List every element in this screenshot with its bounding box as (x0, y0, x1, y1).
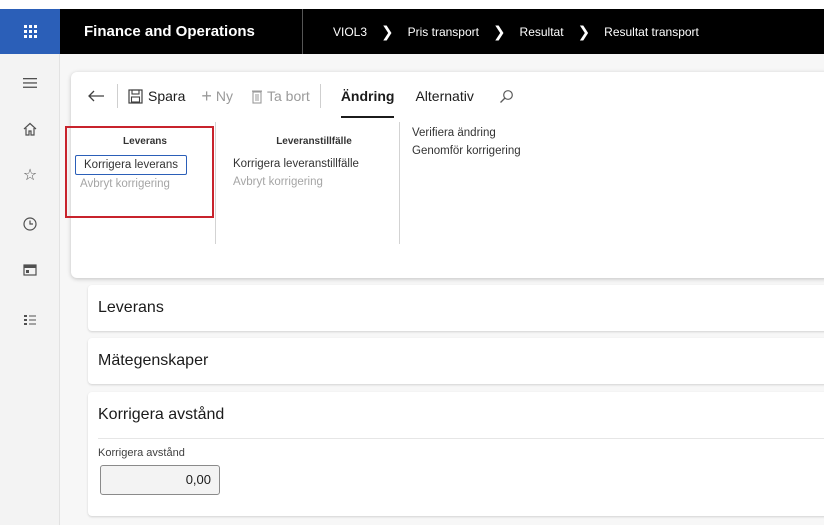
breadcrumb-pris-transport[interactable]: Pris transport (408, 25, 479, 39)
toolbar-divider (319, 84, 321, 108)
new-button[interactable]: + Ny (201, 72, 233, 120)
action-pane: Spara + Ny Ta bort Ändring Alternativ Le… (65, 72, 824, 278)
action-groups: Leverans Korrigera leverans Avbryt korri… (65, 120, 824, 278)
save-label: Spara (148, 88, 186, 104)
trash-icon (252, 90, 262, 104)
breadcrumb-company[interactable]: VIOL3 (333, 25, 367, 39)
clock-icon[interactable] (20, 216, 40, 236)
new-label: Ny (215, 88, 233, 104)
delete-button[interactable]: Ta bort (251, 72, 310, 120)
breadcrumb-resultat[interactable]: Resultat (520, 25, 564, 39)
plus-icon: + (201, 85, 212, 106)
chevron-right-icon: ❯ (381, 23, 394, 41)
main-content: Spara + Ny Ta bort Ändring Alternativ Le… (60, 54, 824, 525)
star-icon[interactable]: ☆ (20, 166, 40, 186)
section-divider (98, 438, 824, 439)
chevron-right-icon: ❯ (577, 23, 591, 41)
chevron-right-icon: ❯ (492, 23, 506, 41)
breadcrumb-resultat-transport[interactable]: Resultat transport (604, 25, 699, 39)
workspace-icon[interactable] (20, 262, 40, 282)
back-arrow-icon[interactable] (87, 72, 107, 120)
save-icon (128, 88, 143, 104)
section-leverans[interactable]: Leverans (88, 285, 824, 331)
group-divider (215, 122, 216, 244)
delete-label: Ta bort (267, 88, 310, 104)
hamburger-icon[interactable] (20, 76, 40, 96)
section-mategenskaper[interactable]: Mätegenskaper (88, 338, 824, 384)
toolbar-divider (117, 84, 118, 108)
waffle-icon (23, 25, 37, 38)
list-icon[interactable] (20, 312, 40, 332)
section-korrigera-avstand[interactable]: Korrigera avstånd Korrigera avstånd 0,00 (88, 392, 824, 516)
group-divider (399, 122, 400, 244)
section-title-mategenskaper: Mätegenskaper (98, 352, 209, 369)
top-bar: Finance and Operations VIOL3 ❯ Pris tran… (0, 9, 824, 54)
korrigera-avstand-field[interactable]: 0,00 (100, 465, 220, 495)
group-title-leveranstillfalle: Leveranstillfälle (276, 136, 352, 147)
group-leveranstillfalle: Leveranstillfälle Korrigera leveranstill… (229, 126, 399, 191)
save-button[interactable]: Spara (128, 72, 185, 120)
toolbar: Spara + Ny Ta bort Ändring Alternativ (71, 72, 824, 120)
app-launcher-button[interactable] (0, 9, 60, 54)
genomfor-korrigering-button[interactable]: Genomför korrigering (408, 142, 588, 160)
search-icon[interactable] (499, 72, 514, 120)
app-title[interactable]: Finance and Operations (60, 9, 302, 54)
tab-andring[interactable]: Ändring (340, 72, 394, 120)
avbryt-korrigering-leveranstillfalle-button[interactable]: Avbryt korrigering (229, 173, 399, 191)
section-title-korrigera-avstand: Korrigera avstånd (98, 406, 225, 423)
tab-alternativ[interactable]: Alternativ (415, 72, 473, 120)
verifiera-andring-button[interactable]: Verifiera ändring (408, 124, 588, 142)
highlight-box (65, 126, 214, 218)
left-nav: ☆ (0, 54, 60, 525)
breadcrumb: VIOL3 ❯ Pris transport ❯ Resultat ❯ Resu… (303, 23, 699, 41)
group-actions: Verifiera ändring Genomför korrigering (408, 124, 588, 160)
section-title-leverans: Leverans (98, 299, 164, 316)
home-icon[interactable] (20, 121, 40, 141)
korrigera-avstand-label: Korrigera avstånd (98, 447, 185, 459)
korrigera-leveranstillfalle-button[interactable]: Korrigera leveranstillfälle (229, 155, 399, 173)
